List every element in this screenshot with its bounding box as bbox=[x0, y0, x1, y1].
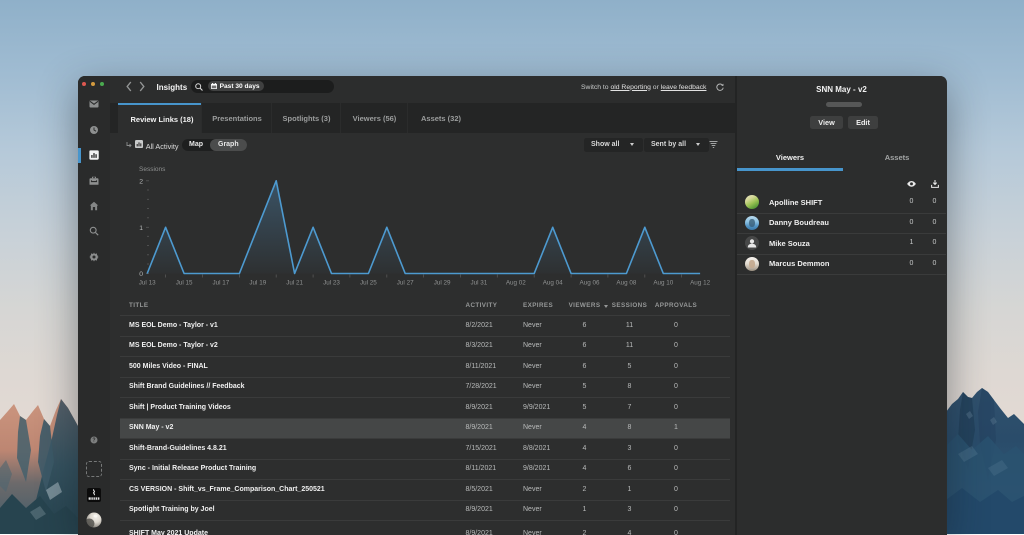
svg-text:Jul 21: Jul 21 bbox=[286, 280, 303, 287]
svg-text:Aug 02: Aug 02 bbox=[506, 280, 526, 287]
svg-text:Jul 27: Jul 27 bbox=[397, 280, 414, 287]
svg-text:Jul 25: Jul 25 bbox=[360, 280, 377, 287]
svg-text:?: ? bbox=[92, 438, 95, 444]
svg-text:2: 2 bbox=[139, 178, 143, 185]
svg-text:Aug 12: Aug 12 bbox=[690, 280, 710, 287]
svg-text:Aug 08: Aug 08 bbox=[616, 280, 636, 287]
svg-text:Aug 06: Aug 06 bbox=[580, 280, 600, 287]
svg-text:0: 0 bbox=[139, 271, 143, 278]
svg-text:Aug 10: Aug 10 bbox=[653, 280, 673, 287]
svg-text:Jul 23: Jul 23 bbox=[323, 280, 340, 287]
svg-text:Jul 15: Jul 15 bbox=[176, 280, 193, 287]
svg-text:Jul 17: Jul 17 bbox=[212, 280, 229, 287]
svg-text:Jul 31: Jul 31 bbox=[470, 280, 487, 287]
svg-text:Jul 29: Jul 29 bbox=[434, 280, 451, 287]
svg-text:Sessions: Sessions bbox=[139, 166, 166, 173]
svg-text:1: 1 bbox=[139, 225, 143, 232]
svg-text:Jul 19: Jul 19 bbox=[249, 280, 266, 287]
svg-text:Aug 04: Aug 04 bbox=[543, 280, 563, 287]
svg-text:Jul 13: Jul 13 bbox=[139, 280, 156, 287]
